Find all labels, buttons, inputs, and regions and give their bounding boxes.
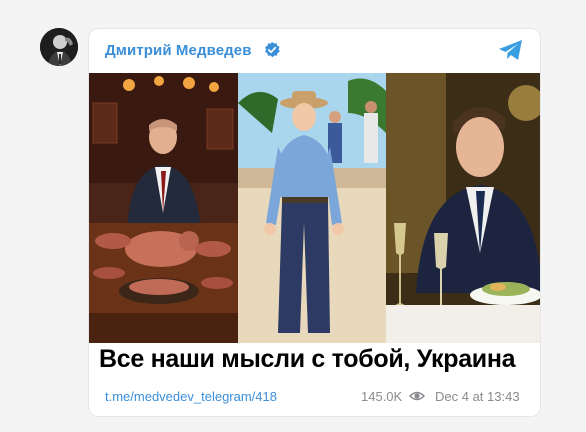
message-footer: t.me/medvedev_telegram/418 145.0K Dec 4 … <box>89 385 540 409</box>
image-panel-beach <box>238 73 386 343</box>
view-count: 145.0K <box>361 389 403 404</box>
telegram-plane-icon[interactable] <box>498 39 524 61</box>
image-panel-restaurant <box>386 73 540 343</box>
verified-badge-icon <box>265 41 280 58</box>
channel-name[interactable]: Дмитрий Медведев <box>105 42 252 59</box>
eye-icon <box>409 391 425 401</box>
message-header: Дмитрий Медведев <box>89 29 540 73</box>
image-caption-text: Все наши мысли с тобой, Украина <box>99 345 516 373</box>
post-date[interactable]: Dec 4 at 13:43 <box>435 389 520 404</box>
post-media-image[interactable]: Все наши мысли с тобой, Украина <box>89 73 540 373</box>
channel-avatar[interactable] <box>40 28 78 66</box>
post-link[interactable]: t.me/medvedev_telegram/418 <box>105 389 277 404</box>
message-card: Дмитрий Медведев Все наши мысли с тобой,… <box>88 28 541 417</box>
image-panel-feast <box>89 73 238 343</box>
